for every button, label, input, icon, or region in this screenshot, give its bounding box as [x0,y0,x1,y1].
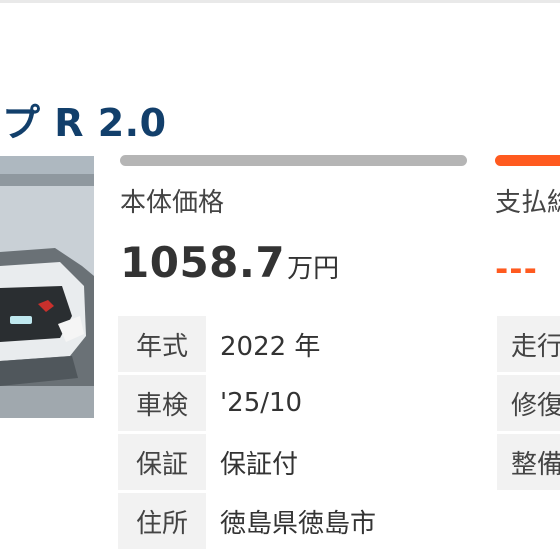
car-photo[interactable] [0,156,94,418]
payment-indicator-bar [495,155,560,166]
spec-key-repair-history: 修復 [497,375,560,431]
price-indicator-bar [120,155,467,166]
spec-value: 徳島県徳島市 [220,508,377,539]
payment-label: 支払総 [495,188,560,218]
price-label: 本体価格 [120,188,225,218]
spec-row-year: 年式 2022 年 [118,316,468,372]
car-image [0,156,94,418]
spec-key-mileage: 走行 [497,316,560,372]
payment-value: --- [495,250,538,288]
spec-key: 年式 [118,316,206,372]
spec-row-inspection: 車検 '25/10 [118,375,468,431]
car-title[interactable]: プ R 2.0 [2,92,167,147]
spec-value: 保証付 [220,449,299,480]
spec-value: '25/10 [220,388,303,418]
spec-key: 住所 [118,493,206,549]
spec-key: 保証 [118,434,206,490]
spec-row-address: 住所 徳島県徳島市 [118,493,468,549]
price-unit: 万円 [287,254,340,284]
top-divider [0,0,560,3]
spec-row-warranty: 保証 保証付 [118,434,468,490]
price-value: 1058.7 [120,238,286,287]
price-display: 1058.7万円 [120,238,339,287]
spec-key: 車検 [118,375,206,431]
spec-value: 2022 年 [220,331,321,362]
spec-key-maintenance: 整備 [497,434,560,490]
